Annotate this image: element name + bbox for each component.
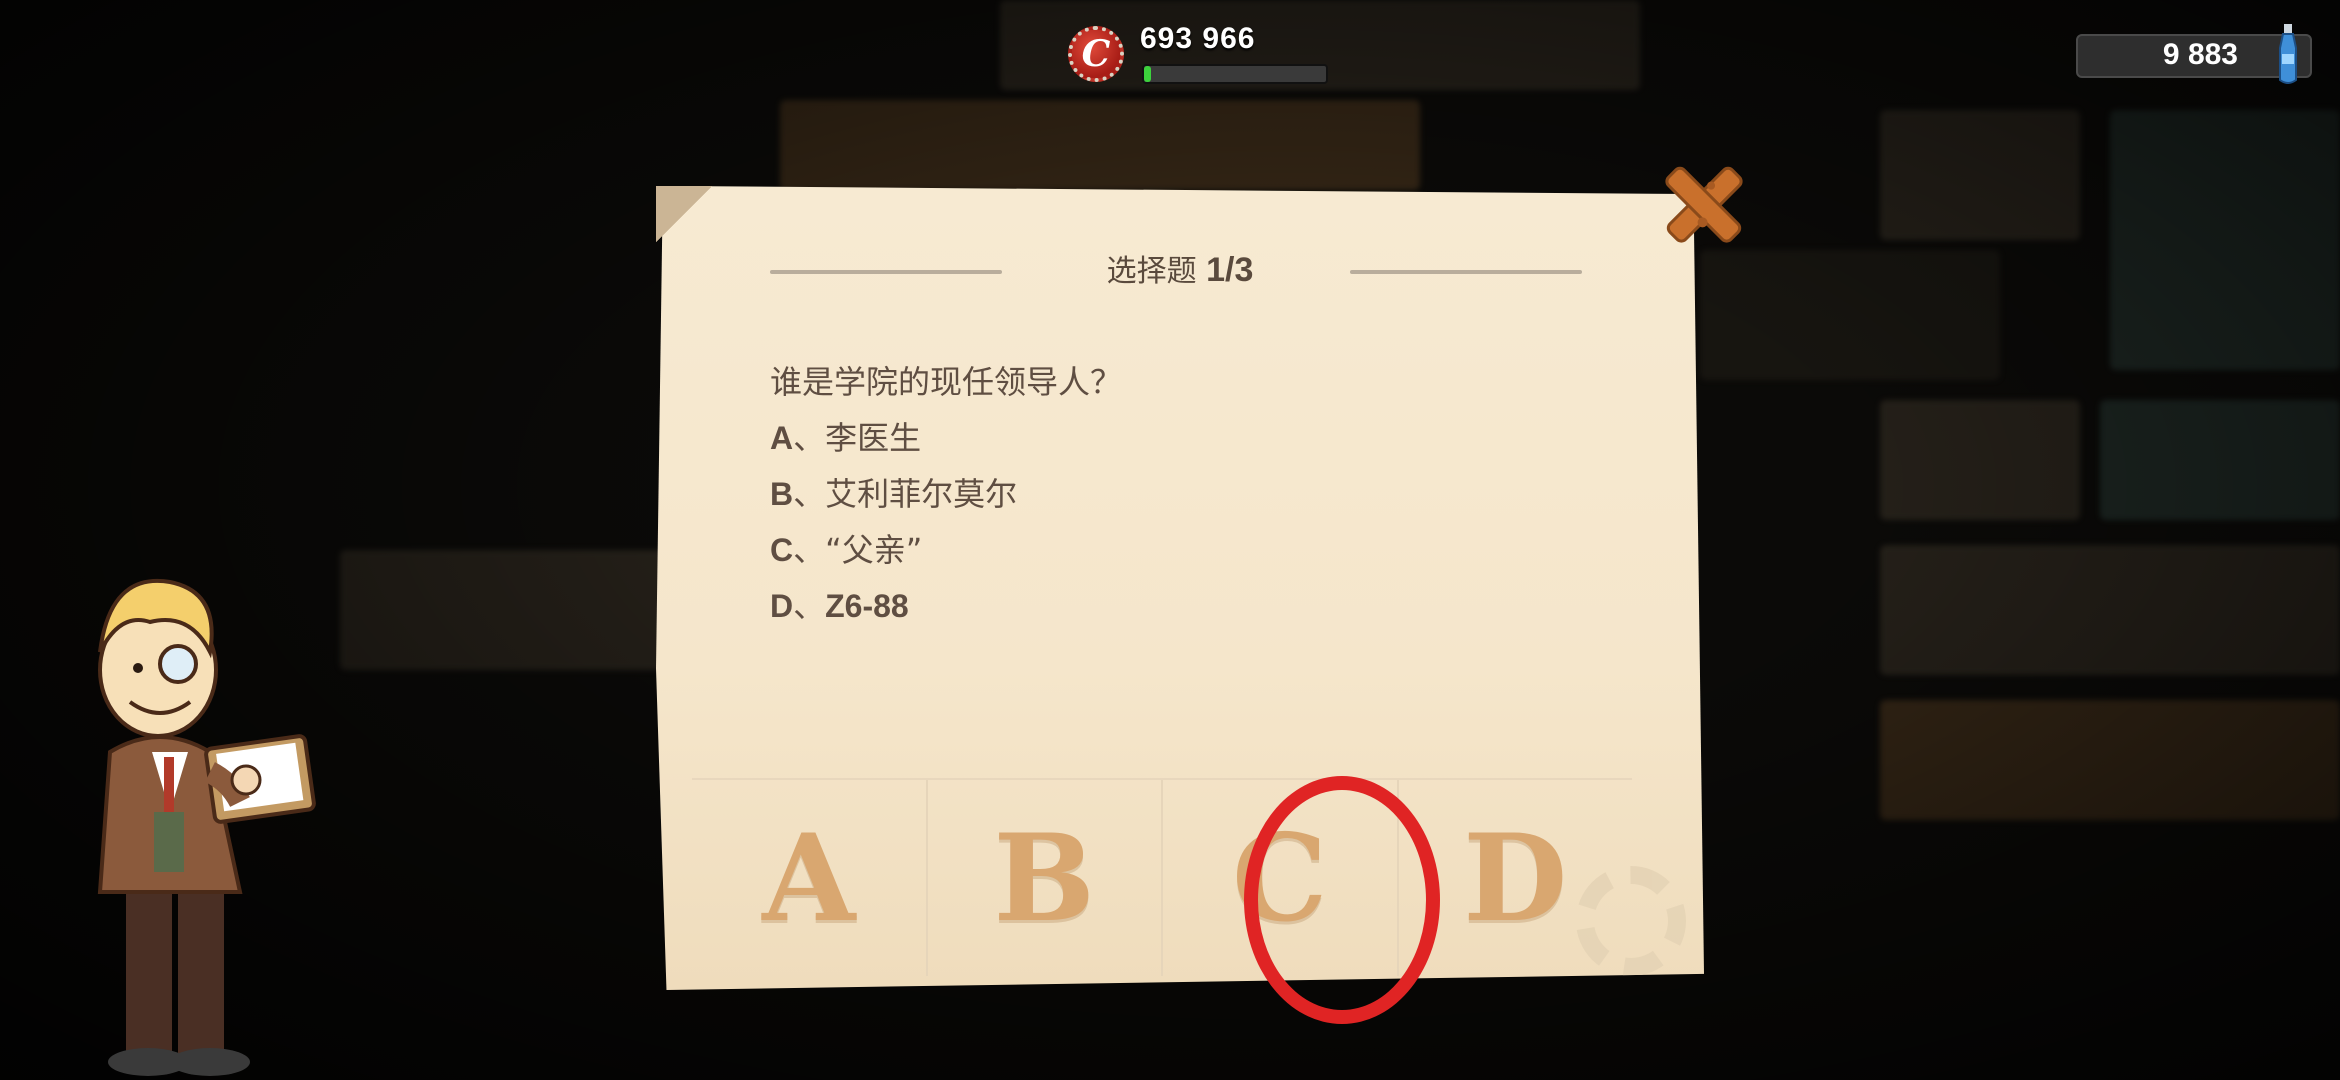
experience-bar bbox=[1142, 64, 1328, 84]
option-separator: 、 bbox=[793, 475, 826, 513]
option-letter: B bbox=[770, 476, 794, 512]
quiz-title-label: 选择题 bbox=[1106, 254, 1197, 289]
answer-button-b[interactable]: B bbox=[928, 780, 1163, 976]
answer-letter: B bbox=[993, 807, 1095, 949]
nuka-quantum-bottle-icon bbox=[2279, 24, 2297, 84]
nuka-quantum-value: 9 883 bbox=[2162, 38, 2238, 71]
option-letter: C bbox=[770, 532, 794, 568]
option-separator: 、 bbox=[793, 419, 826, 457]
option-text: “父亲” bbox=[825, 531, 923, 569]
option-a: A、李医生 bbox=[770, 410, 1122, 466]
option-letter: A bbox=[770, 420, 794, 456]
answer-buttons: A B C D bbox=[692, 778, 1632, 976]
option-c: C、“父亲” bbox=[770, 522, 1122, 578]
option-text: Z6-88 bbox=[825, 588, 909, 624]
annotation-circle bbox=[1244, 776, 1440, 1024]
option-separator: 、 bbox=[793, 587, 826, 625]
option-d: D、Z6-88 bbox=[770, 578, 1122, 634]
quiz-dialog: 选择题 1/3 谁是学院的现任领导人？ A、李医生 B、艾利菲尔莫尔 C、“父亲… bbox=[656, 186, 1704, 990]
gear-decoration-icon bbox=[1576, 866, 1686, 976]
experience-bar-fill bbox=[1144, 66, 1152, 82]
quiz-progress: 1/3 bbox=[1206, 251, 1254, 289]
answer-letter: A bbox=[762, 807, 856, 949]
question-block: 谁是学院的现任领导人？ A、李医生 B、艾利菲尔莫尔 C、“父亲” D、Z6-8… bbox=[770, 354, 1122, 634]
nuka-quantum-counter[interactable]: 9 883 bbox=[2076, 24, 2312, 84]
option-b: B、艾利菲尔莫尔 bbox=[770, 466, 1122, 522]
close-icon[interactable] bbox=[1656, 156, 1752, 252]
option-letter: D bbox=[770, 588, 794, 624]
caps-value: 693 966 bbox=[1140, 22, 1256, 55]
option-separator: 、 bbox=[793, 531, 826, 569]
bottle-cap-icon: C bbox=[1068, 26, 1124, 82]
vault-boy-character bbox=[97, 578, 316, 1076]
answer-button-a[interactable]: A bbox=[692, 780, 928, 976]
quiz-title: 选择题 1/3 bbox=[656, 246, 1704, 290]
option-text: 艾利菲尔莫尔 bbox=[825, 475, 1018, 513]
option-text: 李医生 bbox=[825, 419, 922, 457]
answer-letter: D bbox=[1463, 807, 1568, 949]
question-text: 谁是学院的现任领导人？ bbox=[770, 363, 1123, 401]
paper-corner-fold bbox=[656, 186, 712, 242]
